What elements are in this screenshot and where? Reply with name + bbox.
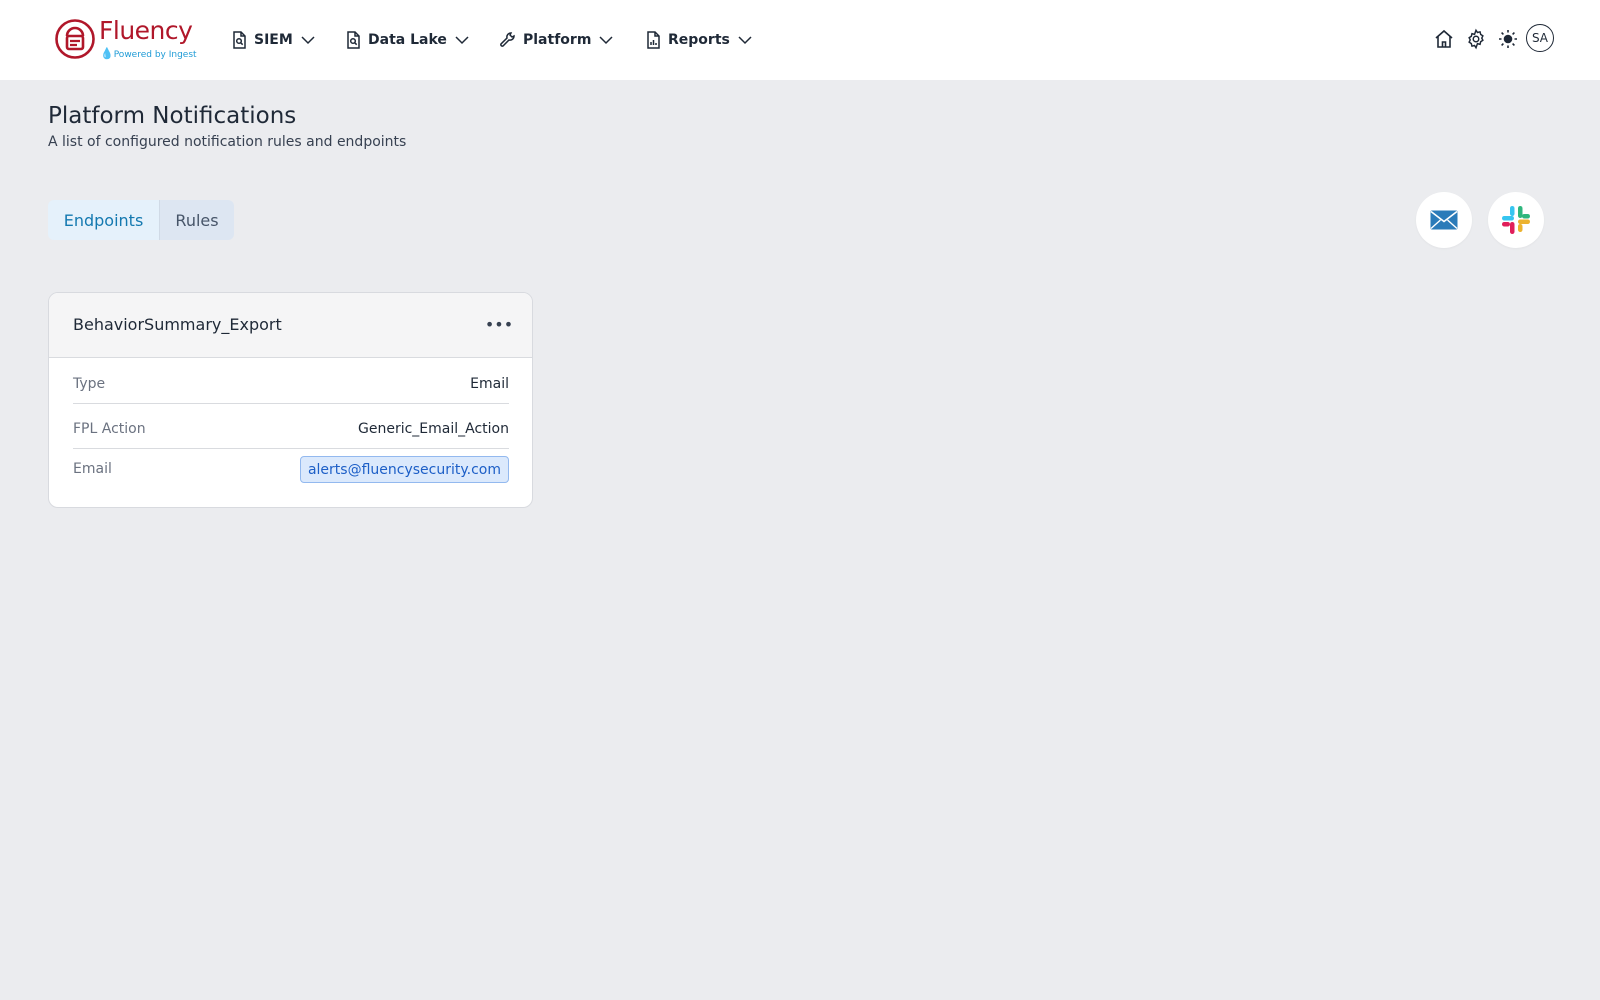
field-label: Type: [73, 376, 106, 392]
field-row-email: Email alerts@fluencysecurity.com: [73, 449, 509, 494]
field-label: FPL Action: [73, 421, 146, 437]
tab-rules[interactable]: Rules: [160, 200, 234, 240]
fluency-logo-mark-icon: [55, 19, 95, 59]
email-endpoint-icon: [1430, 210, 1458, 230]
endpoint-card: BehaviorSummary_Export ••• Type Email FP…: [48, 292, 533, 508]
user-avatar[interactable]: SA: [1526, 24, 1554, 52]
chevron-down-icon: [597, 31, 615, 49]
chevron-down-icon: [299, 31, 317, 49]
endpoint-name: BehaviorSummary_Export: [73, 315, 282, 334]
email-address-badge[interactable]: alerts@fluencysecurity.com: [299, 456, 509, 483]
field-label: Email: [73, 461, 112, 477]
field-value: Generic_Email_Action: [358, 421, 509, 437]
field-row-fpl-action: FPL Action Generic_Email_Action: [73, 404, 509, 449]
droplet-icon: 💧: [100, 47, 114, 60]
chevron-down-icon: [736, 31, 754, 49]
file-search-icon: [228, 29, 250, 51]
slack-endpoint-icon: [1502, 206, 1530, 234]
nav-reports[interactable]: Reports: [642, 26, 754, 54]
nav-platform-label: Platform: [523, 32, 592, 48]
field-row-type: Type Email: [73, 359, 509, 404]
chevron-down-icon: [453, 31, 471, 49]
brand-tagline-text: Powered by Ingest: [113, 50, 197, 60]
chart-file-icon: [642, 29, 664, 51]
nav-platform[interactable]: Platform: [497, 26, 615, 54]
file-search-icon: [342, 29, 364, 51]
home-icon[interactable]: [1432, 27, 1456, 51]
nav-data-lake-label: Data Lake: [368, 32, 447, 48]
sun-icon[interactable]: [1496, 27, 1520, 51]
field-value: Email: [470, 376, 509, 392]
nav-reports-label: Reports: [668, 32, 730, 48]
add-email-endpoint-button[interactable]: [1416, 192, 1472, 248]
notification-tabs: Endpoints Rules: [48, 200, 234, 240]
nav-siem-label: SIEM: [254, 32, 293, 48]
page-subtitle: A list of configured notification rules …: [48, 134, 407, 150]
brand-tagline: 💧Powered by Ingest: [100, 47, 197, 60]
top-navigation-bar: Fluency 💧Powered by Ingest SIEM Data Lak…: [0, 0, 1600, 80]
add-slack-endpoint-button[interactable]: [1488, 192, 1544, 248]
nav-data-lake[interactable]: Data Lake: [342, 26, 471, 54]
more-options-icon[interactable]: •••: [485, 313, 513, 335]
brand-name: Fluency: [99, 16, 193, 45]
endpoint-card-header: BehaviorSummary_Export •••: [49, 293, 532, 358]
gear-icon[interactable]: [1464, 27, 1488, 51]
fluency-logo[interactable]: Fluency 💧Powered by Ingest: [54, 16, 197, 62]
wrench-icon: [497, 29, 519, 51]
page-title: Platform Notifications: [48, 103, 297, 129]
tab-endpoints[interactable]: Endpoints: [48, 200, 160, 240]
nav-siem[interactable]: SIEM: [228, 26, 317, 54]
